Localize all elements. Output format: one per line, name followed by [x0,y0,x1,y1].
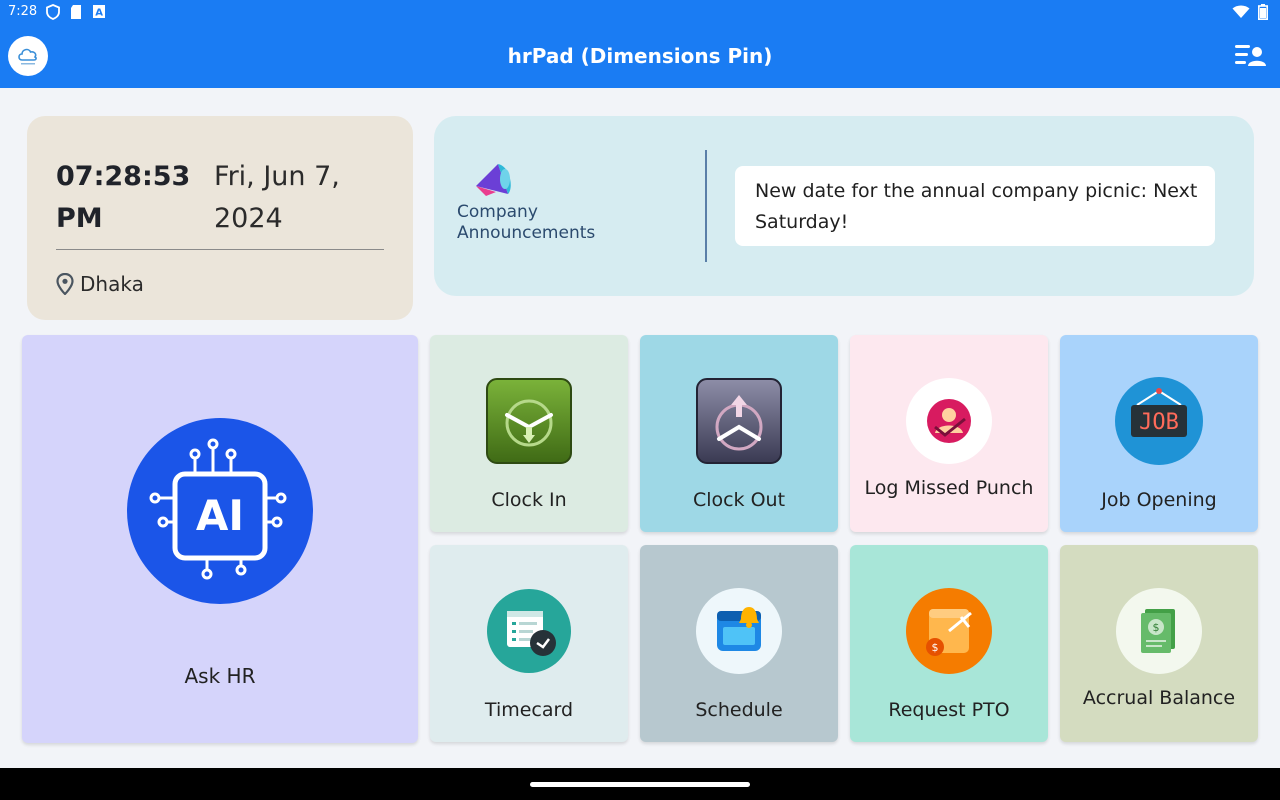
timecard-icon [487,589,571,673]
accrual-balance-tile[interactable]: $ Accrual Balance [1060,545,1258,742]
user-menu-button[interactable] [1234,42,1266,70]
timecard-tile[interactable]: Timecard [430,545,628,742]
divider [705,150,707,262]
job-opening-tile[interactable]: JOB Job Opening [1060,335,1258,532]
announcements-label: Company Announcements [457,202,596,243]
location-pin-icon [56,273,74,295]
app-title: hrPad (Dimensions Pin) [507,44,773,68]
status-time: 7:28 [8,4,38,19]
clock-in-icon [486,378,572,464]
accrual-balance-icon: $ [1116,588,1202,674]
schedule-tile[interactable]: Schedule [640,545,838,742]
announcements-card[interactable]: Company Announcements New date for the a… [434,116,1254,296]
svg-text:A: A [95,8,103,19]
job-opening-label: Job Opening [1101,489,1217,511]
battery-icon [1258,4,1268,20]
log-missed-punch-label: Log Missed Punch [864,477,1034,499]
job-sign-icon: JOB [1115,377,1203,465]
current-date: Fri, Jun 7, 2024 [214,161,340,234]
svg-text:$: $ [1153,621,1160,634]
location-name: Dhaka [80,272,144,296]
request-pto-label: Request PTO [888,699,1010,721]
app-bar: hrPad (Dimensions Pin) [0,24,1280,88]
announcement-message-box: New date for the annual company picnic: … [735,166,1215,246]
timecard-label: Timecard [484,699,574,721]
job-badge-text: JOB [1139,410,1179,435]
time-card: 07:28:53 PM Fri, Jun 7, 2024 Dhaka [27,116,413,320]
clock-out-label: Clock Out [692,489,786,511]
megaphone-icon [476,164,511,196]
status-bar: 7:28 A [0,0,1280,24]
clock-in-label: Clock In [491,489,567,511]
schedule-label: Schedule [695,699,783,721]
ai-badge-text: AI [196,491,244,540]
clock-in-tile[interactable]: Clock In [430,335,628,532]
shield-icon [46,4,60,20]
ai-chip-icon: AI [127,418,313,604]
announcement-text: New date for the annual company picnic: … [755,180,1198,233]
current-time: 07:28:53 PM [56,161,191,234]
log-missed-punch-tile[interactable]: Log Missed Punch [850,335,1048,532]
clock-out-tile[interactable]: Clock Out [640,335,838,532]
ask-hr-tile[interactable]: AI Ask HR [22,335,418,743]
svg-text:$: $ [932,641,939,654]
sd-card-icon [71,5,81,19]
home-gesture-handle[interactable] [530,782,750,787]
divider [56,249,384,250]
font-icon: A [93,5,105,19]
missed-punch-icon [906,378,992,464]
request-pto-tile[interactable]: $ Request PTO [850,545,1048,742]
user-list-icon [1235,45,1266,66]
pto-vacation-icon: $ [906,588,992,674]
wifi-icon [1232,5,1250,18]
clock-out-icon [696,378,782,464]
ask-hr-label: Ask HR [184,664,256,688]
location: Dhaka [56,272,144,296]
schedule-calendar-icon [696,588,782,674]
accrual-balance-label: Accrual Balance [1082,687,1236,709]
